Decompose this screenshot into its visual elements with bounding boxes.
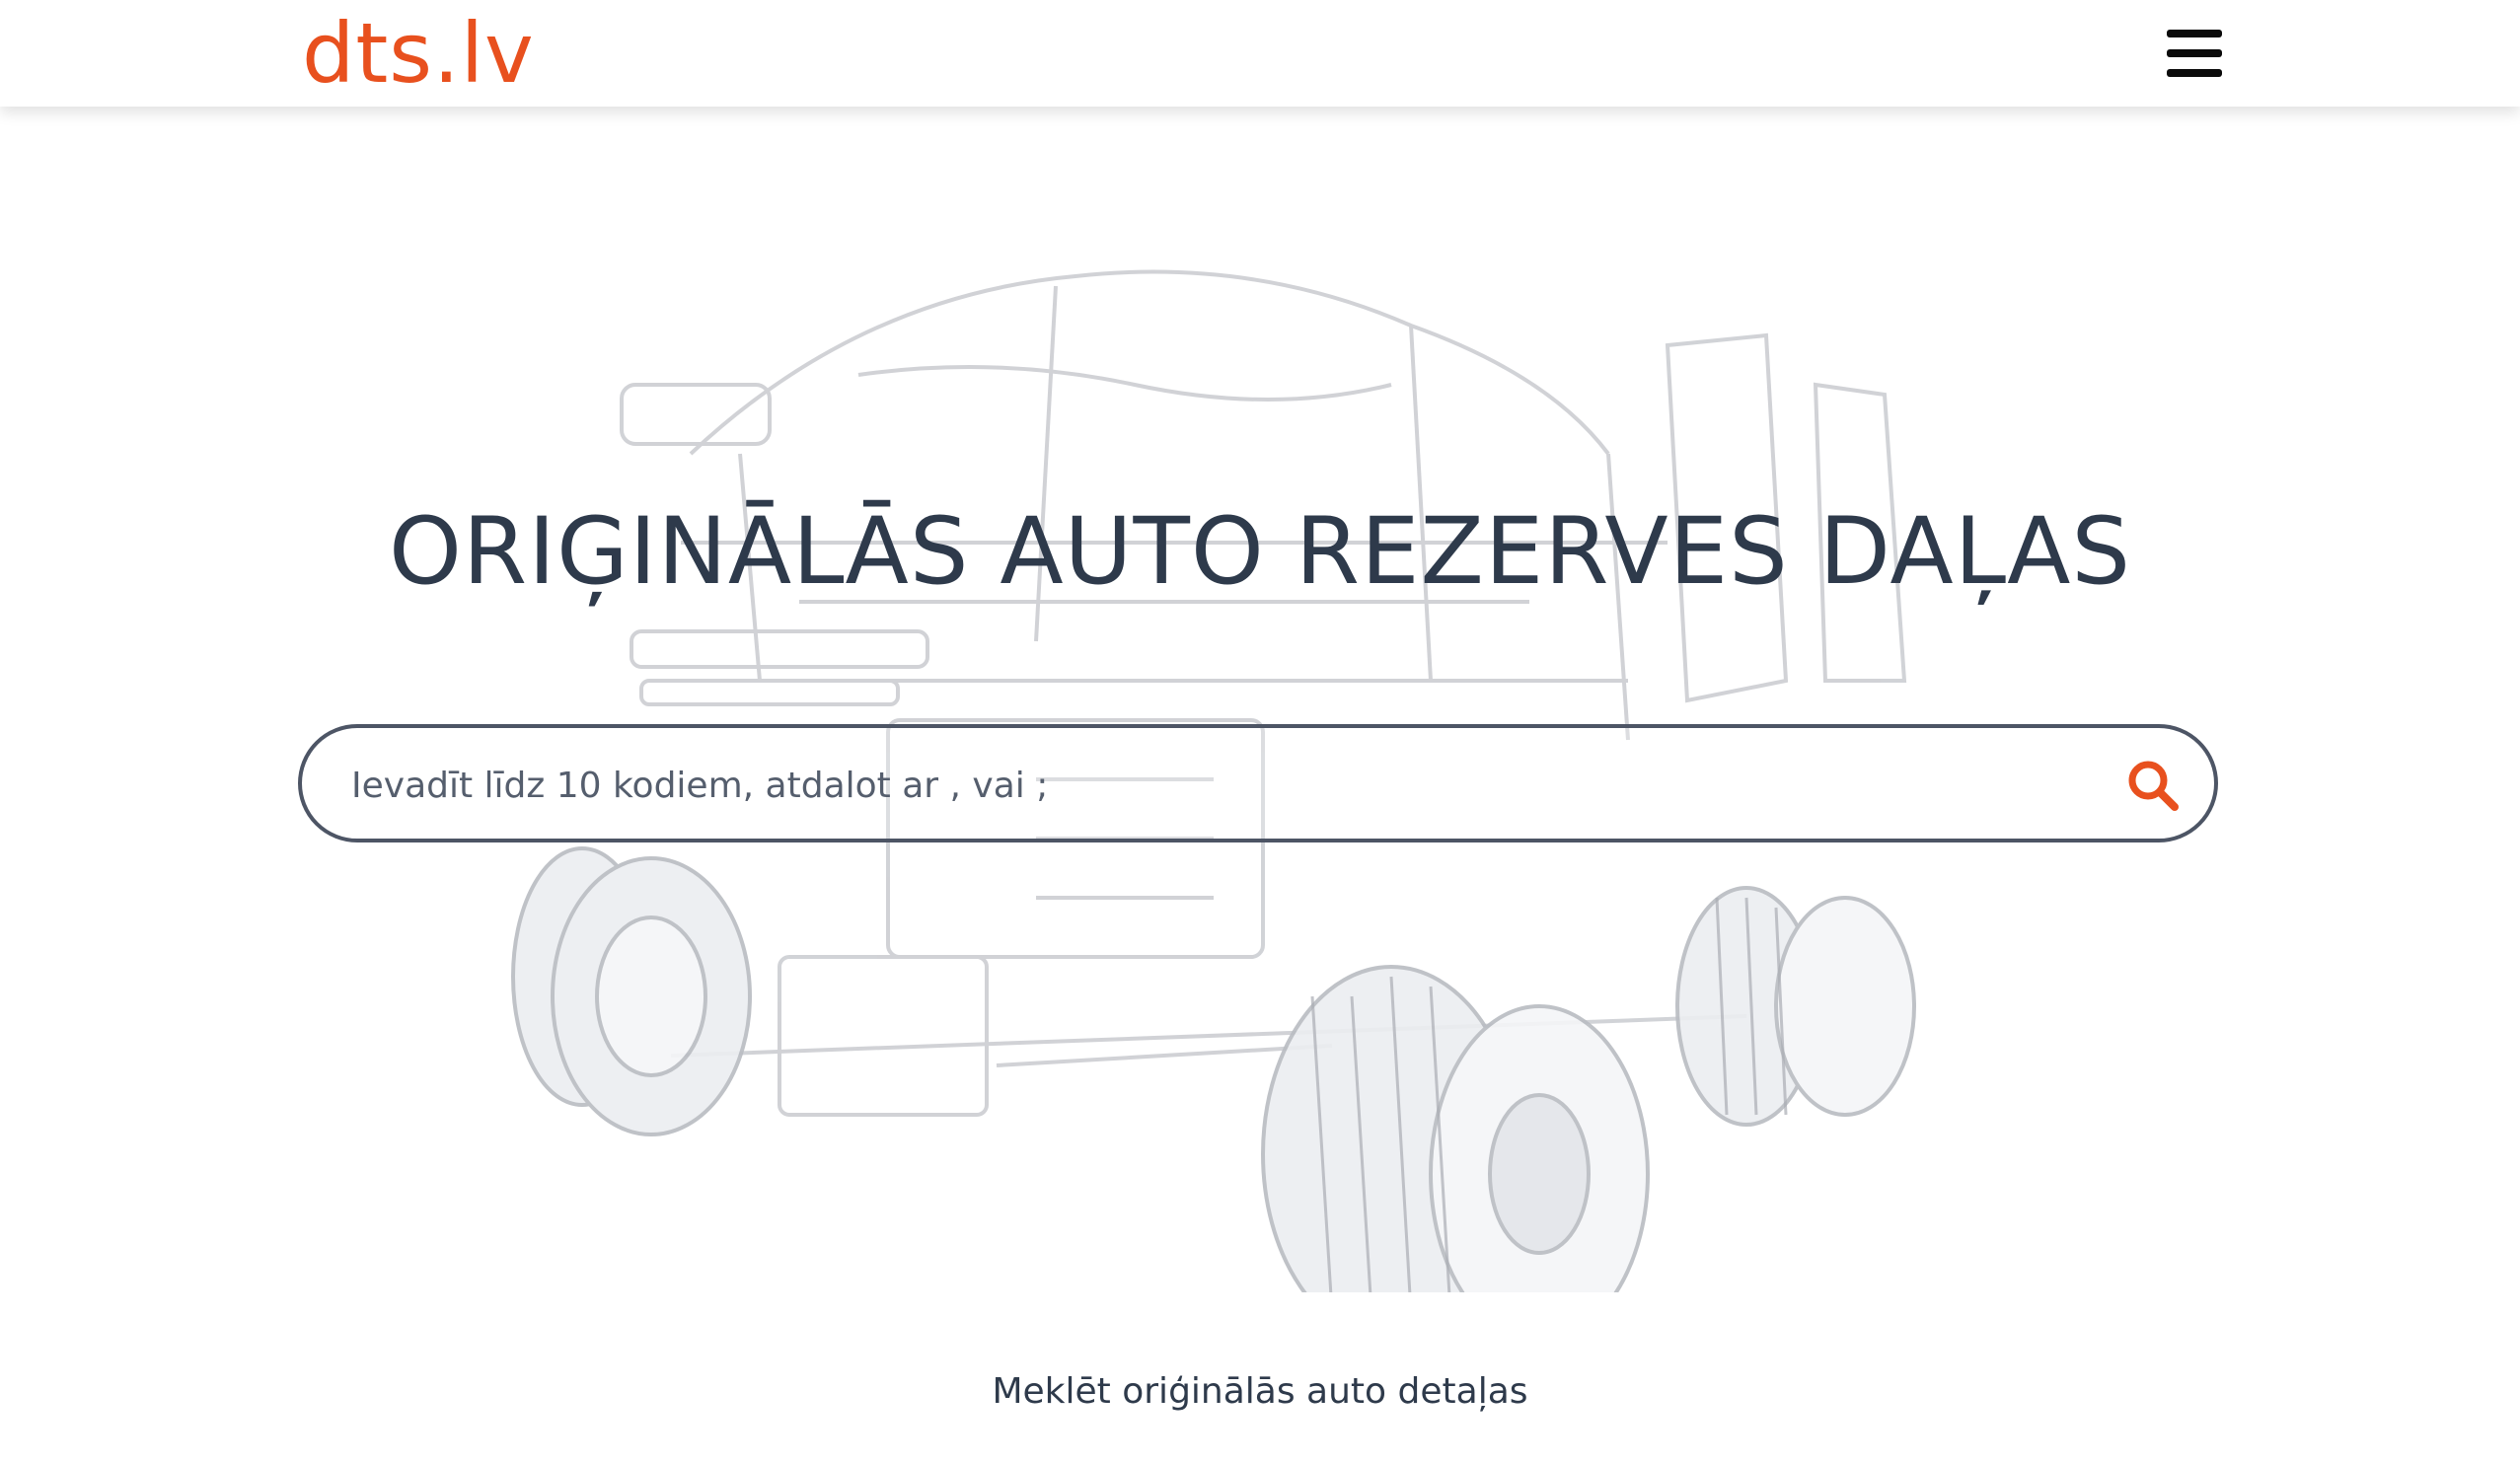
- search-subtitle: Meklēt oriģinālās auto detaļas: [992, 1371, 1528, 1412]
- hamburger-menu-icon[interactable]: [2167, 30, 2222, 79]
- site-logo[interactable]: dts.lv: [302, 6, 535, 101]
- page-title: ORIĢINĀLĀS AUTO REZERVES DAĻAS: [388, 498, 2132, 606]
- site-header: dts.lv: [0, 0, 2520, 107]
- search-icon[interactable]: [2125, 758, 2181, 813]
- exploded-car-parts-illustration: [511, 269, 1916, 1292]
- search-bar: [298, 724, 2218, 842]
- search-input[interactable]: [349, 750, 2031, 821]
